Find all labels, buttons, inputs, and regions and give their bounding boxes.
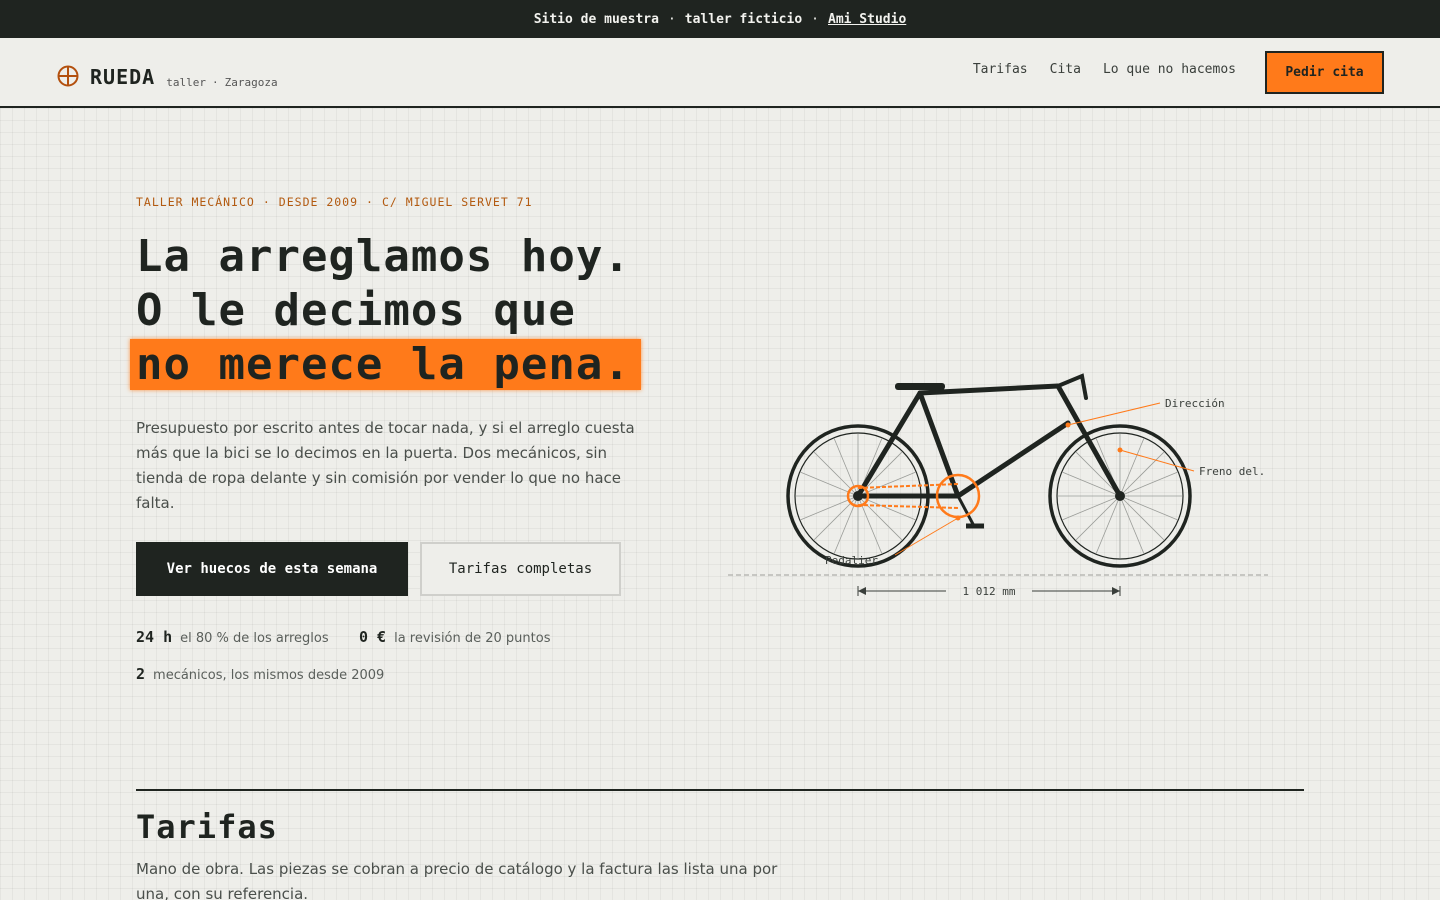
pedir-cita-button[interactable]: Pedir cita [1265, 51, 1384, 94]
stat-label: la revisión de 20 puntos [394, 631, 551, 646]
top-banner: Sitio de muestra · taller ficticio · Ami… [0, 0, 1440, 38]
leader-line [894, 517, 959, 556]
ver-huecos-button[interactable]: Ver huecos de esta semana [136, 542, 408, 596]
wheel-spoke [1075, 495, 1121, 541]
banner-text-2: taller ficticio [684, 11, 803, 27]
main-nav: Tarifas Cita Lo que no hacemos [973, 62, 1236, 77]
nav-item-lo-que-no-hacemos[interactable]: Lo que no hacemos [1103, 62, 1236, 77]
stat-mechanics: 2 mecánicos, los mismos desde 2009 [136, 665, 384, 683]
eyebrow-item: DESDE 2009 [278, 195, 359, 209]
stat-revision: 0 € la revisión de 20 puntos [359, 628, 551, 646]
wheel-spoke [1119, 451, 1165, 497]
hero-eyebrow: TALLER MECÁNICO · DESDE 2009 · C/ MIGUEL SER… [136, 195, 533, 209]
headline-line-1: La arreglamos hoy. [136, 231, 631, 282]
stat-label: mecánicos, los mismos desde 2009 [153, 668, 385, 683]
leader-line [1067, 402, 1161, 426]
hero-lead: Presupuesto por escrito antes de tocar n… [136, 419, 635, 512]
banner-separator: · [811, 11, 819, 27]
rear-hub [853, 491, 863, 501]
label-direccion: Dirección [1165, 397, 1225, 410]
saddle [895, 383, 945, 390]
crosshair-wheel-icon [57, 65, 79, 87]
tarifas-completas-button[interactable]: Tarifas completas [420, 542, 621, 596]
banner-text-1: Sitio de muestra [533, 11, 659, 27]
brand-separator: · [211, 76, 219, 89]
brand-tagline: taller · Zaragoza [166, 76, 277, 89]
section-title: Tarifas [136, 808, 278, 846]
arrow-right-icon [1112, 587, 1120, 595]
banner-separator: · [667, 11, 676, 27]
leader-line [1119, 449, 1195, 472]
banner-studio-link[interactable]: Ami Studio [828, 12, 906, 27]
label-pedalier: Pedalier [825, 554, 878, 567]
leader-dot [1117, 447, 1123, 453]
arrow-left-icon [858, 587, 866, 595]
brand-sub-1: taller [166, 76, 206, 89]
stat-value: 0 € [359, 628, 387, 646]
nav-item-cita[interactable]: Cita [1050, 62, 1081, 77]
headline-line-2: O le decimos que [136, 285, 576, 336]
leader-dot [1065, 422, 1071, 428]
bike-diagram: Dirección Freno del. Pedalier 1 012 mm [728, 373, 1268, 598]
hero-headline: La arreglamos hoy. O le decimos que no m… [130, 230, 641, 392]
site-header: RUEDA taller · Zaragoza Tarifas Cita Lo qu… [0, 38, 1440, 108]
eyebrow-item: C/ MIGUEL SERVET 71 [381, 195, 533, 209]
stat-value: 24 h [136, 628, 173, 646]
headline-highlight: no merece la pena. [130, 339, 641, 390]
logo[interactable]: RUEDA taller · Zaragoza [56, 60, 278, 89]
leader-dot [955, 515, 961, 521]
section-lead: Mano de obra. Las piezas se cobran a pre… [136, 860, 778, 900]
section-divider [136, 789, 1304, 791]
front-hub [1115, 491, 1125, 501]
nav-item-tarifas[interactable]: Tarifas [973, 62, 1028, 77]
stat-turnaround: 24 h el 80 % de los arreglos [136, 628, 329, 646]
brand-name: RUEDA [90, 65, 156, 89]
label-freno: Freno del. [1199, 465, 1265, 478]
eyebrow-item: TALLER MECÁNICO [136, 195, 255, 209]
dimension-label: 1 012 mm [963, 585, 1016, 598]
stat-label: el 80 % de los arreglos [180, 631, 329, 646]
wheel-spoke [1119, 495, 1165, 541]
stat-value: 2 [136, 665, 146, 683]
brand-sub-2: Zaragoza [224, 76, 278, 89]
